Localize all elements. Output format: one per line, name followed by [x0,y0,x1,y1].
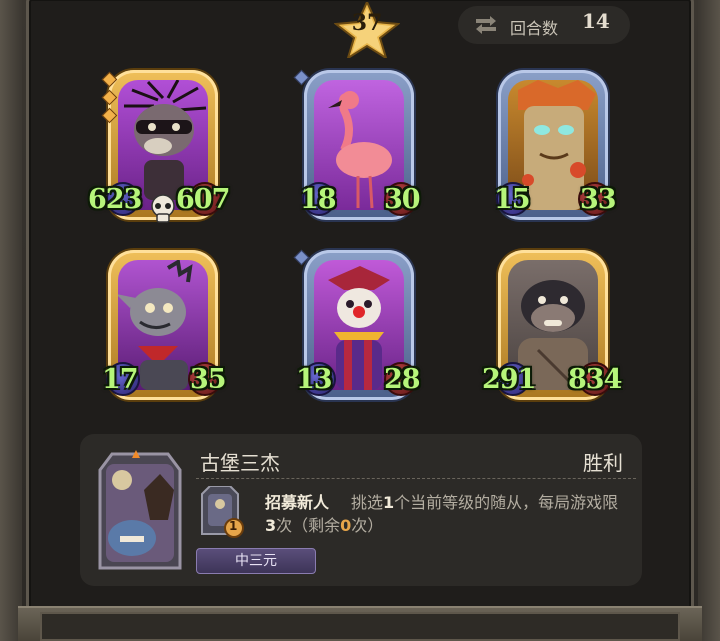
health-value: 607 [176,184,230,215]
attack-value: 17 [102,364,139,395]
minion-card-tree-ent[interactable]: 15 33 [490,70,617,234]
desc-highlight-remaining: 0 [340,516,352,535]
desc-part: 个当前等级的随从，每局游戏限 [394,493,619,512]
attack-value: 13 [296,364,333,395]
opponent-name: 古堡三杰 [200,451,280,475]
desc-highlight: 1 [383,493,395,512]
health-value: 35 [190,364,227,395]
hero-power-cost: 1 [229,519,238,533]
info-divider [196,478,636,479]
round-label: 回合数 [510,19,559,38]
desc-highlight: 3 [265,516,277,535]
round-value: 14 [582,9,610,33]
tavern-tier-star: 37 [334,2,400,58]
frame-right-border [698,0,720,641]
attack-value: 623 [88,184,142,215]
tier-gems [101,71,118,128]
hero-power-button[interactable]: 1 [196,485,244,542]
health-value: 33 [580,184,617,215]
tier-number: 37 [351,10,383,36]
hero-portrait-art [98,450,182,570]
attack-value: 15 [494,184,531,215]
health-value: 834 [568,364,622,395]
hero-power-description: 招募新人 挑选1个当前等级的随从，每局游戏限 3次（剩余0次） [265,491,625,537]
minion-card-flamingo[interactable]: 18 30 [293,69,422,234]
frame-left-border [0,0,22,641]
minion-card-clown[interactable]: 13 28 [293,249,422,414]
minion-card-gorilla[interactable]: 291 834 [482,250,622,414]
battle-result: 胜利 [583,451,623,475]
attack-value: 18 [300,184,337,215]
health-value: 30 [384,184,421,215]
hero-power-name: 招募新人 [265,493,330,512]
hero-power-icon [201,485,244,538]
bottom-frame-inner [40,612,680,641]
minion-card-hedgehog[interactable]: 623 607 [88,70,230,234]
minion-card-punk-rat[interactable]: 17 35 [100,250,227,414]
desc-part: 次） [351,516,384,535]
refresh-arrows-icon [476,16,496,34]
hero-portrait[interactable] [92,450,188,572]
skull-icon [151,194,175,223]
hero-name-tag: 中三元 [196,548,316,574]
health-value: 28 [384,364,421,395]
desc-part: 挑选 [351,493,384,512]
desc-part: 次（剩余 [276,516,341,535]
attack-value: 291 [482,364,536,395]
